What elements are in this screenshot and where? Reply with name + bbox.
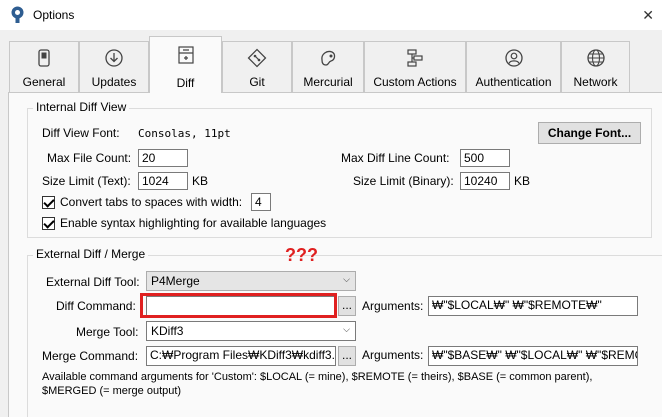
- merge-command-input[interactable]: C:₩Program Files₩KDiff3₩kdiff3.e: [146, 346, 336, 366]
- mercurial-icon: [321, 50, 336, 66]
- tab-diff[interactable]: Diff: [149, 36, 222, 93]
- highlight-box: [140, 293, 337, 318]
- group-title: External Diff / Merge: [33, 247, 149, 261]
- tab-label: Network: [573, 75, 618, 89]
- size-limit-binary-label: Size Limit (Binary):: [353, 174, 454, 188]
- tab-label: General: [22, 75, 66, 89]
- app-logo-icon: [11, 6, 24, 23]
- external-diff-tool-label: External Diff Tool:: [46, 275, 140, 289]
- browse-diff-command-button[interactable]: ...: [338, 296, 356, 316]
- external-diff-tool-select[interactable]: P4Merge ⌵: [146, 271, 356, 291]
- diff-view-font-label: Diff View Font:: [42, 126, 120, 140]
- toggle-icon: [38, 49, 50, 67]
- tab-label: Updates: [91, 75, 137, 89]
- change-font-button[interactable]: Change Font...: [538, 122, 641, 144]
- user-icon: [504, 49, 523, 67]
- size-limit-binary-unit: KB: [514, 174, 531, 188]
- merge-command-label: Merge Command:: [42, 349, 139, 363]
- tab-git[interactable]: Git: [222, 41, 292, 92]
- size-limit-text-input[interactable]: 1024: [138, 172, 188, 190]
- max-diff-line-count-label: Max Diff Line Count:: [341, 151, 450, 165]
- diff-view-font-value: Consolas, 11pt: [138, 127, 231, 140]
- tab-label: Custom Actions: [373, 75, 457, 89]
- merge-tool-select[interactable]: KDiff3 ⌵: [146, 321, 356, 341]
- title-bar: Options ✕: [0, 0, 662, 30]
- tab-mercurial[interactable]: Mercurial: [292, 41, 364, 92]
- tab-updates[interactable]: Updates: [79, 41, 149, 92]
- merge-tool-label: Merge Tool:: [76, 325, 139, 339]
- close-icon[interactable]: ✕: [642, 7, 654, 24]
- diff-icon: [177, 46, 194, 64]
- flow-icon: [407, 49, 423, 67]
- convert-tabs-checkbox[interactable]: [42, 196, 55, 209]
- syntax-highlighting-label: Enable syntax highlighting for available…: [60, 216, 327, 230]
- tab-label: Diff: [176, 76, 195, 90]
- size-limit-text-unit: KB: [192, 174, 209, 188]
- diff-arguments-label: Arguments:: [362, 299, 424, 313]
- tab-custom-actions[interactable]: Custom Actions: [364, 41, 466, 92]
- diff-arguments-input[interactable]: ₩"$LOCAL₩" ₩"$REMOTE₩": [428, 296, 638, 316]
- merge-arguments-label: Arguments:: [362, 348, 424, 362]
- help-text-line-1: Available command arguments for 'Custom'…: [42, 371, 593, 383]
- chevron-down-icon: ⌵: [343, 274, 350, 284]
- tab-authentication[interactable]: Authentication: [466, 41, 561, 92]
- browse-merge-command-button[interactable]: ...: [338, 346, 356, 366]
- tab-width-input[interactable]: 4: [251, 193, 271, 211]
- size-limit-text-label: Size Limit (Text):: [42, 174, 131, 188]
- syntax-highlighting-checkbox[interactable]: [42, 217, 55, 230]
- tab-label: Mercurial: [303, 75, 353, 89]
- group-title: Internal Diff View: [33, 100, 130, 114]
- selected-value: P4Merge: [151, 274, 200, 288]
- question-annotation: ???: [285, 245, 318, 265]
- tab-general[interactable]: General: [9, 41, 79, 92]
- max-file-count-label: Max File Count:: [47, 151, 132, 165]
- selected-value: KDiff3: [151, 324, 184, 338]
- chevron-down-icon: ⌵: [343, 324, 350, 334]
- help-text-line-2: $MERGED (= merge output): [42, 385, 182, 397]
- max-diff-line-count-input[interactable]: 500: [460, 149, 510, 167]
- merge-arguments-input[interactable]: ₩"$BASE₩" ₩"$LOCAL₩" ₩"$REMOTE: [428, 346, 638, 366]
- globe-icon: [586, 49, 605, 67]
- tab-label: Authentication: [475, 75, 552, 89]
- size-limit-binary-input[interactable]: 10240: [460, 172, 510, 190]
- max-file-count-input[interactable]: 20: [138, 149, 188, 167]
- diff-settings-panel: Internal Diff View Diff View Font: Conso…: [8, 92, 662, 417]
- convert-tabs-label: Convert tabs to spaces with width:: [60, 195, 243, 209]
- tab-label: Git: [249, 75, 265, 89]
- download-icon: [105, 49, 123, 67]
- tab-network[interactable]: Network: [561, 41, 630, 92]
- git-icon: [247, 48, 267, 68]
- diff-command-label: Diff Command:: [56, 299, 136, 313]
- window-title: Options: [33, 8, 75, 22]
